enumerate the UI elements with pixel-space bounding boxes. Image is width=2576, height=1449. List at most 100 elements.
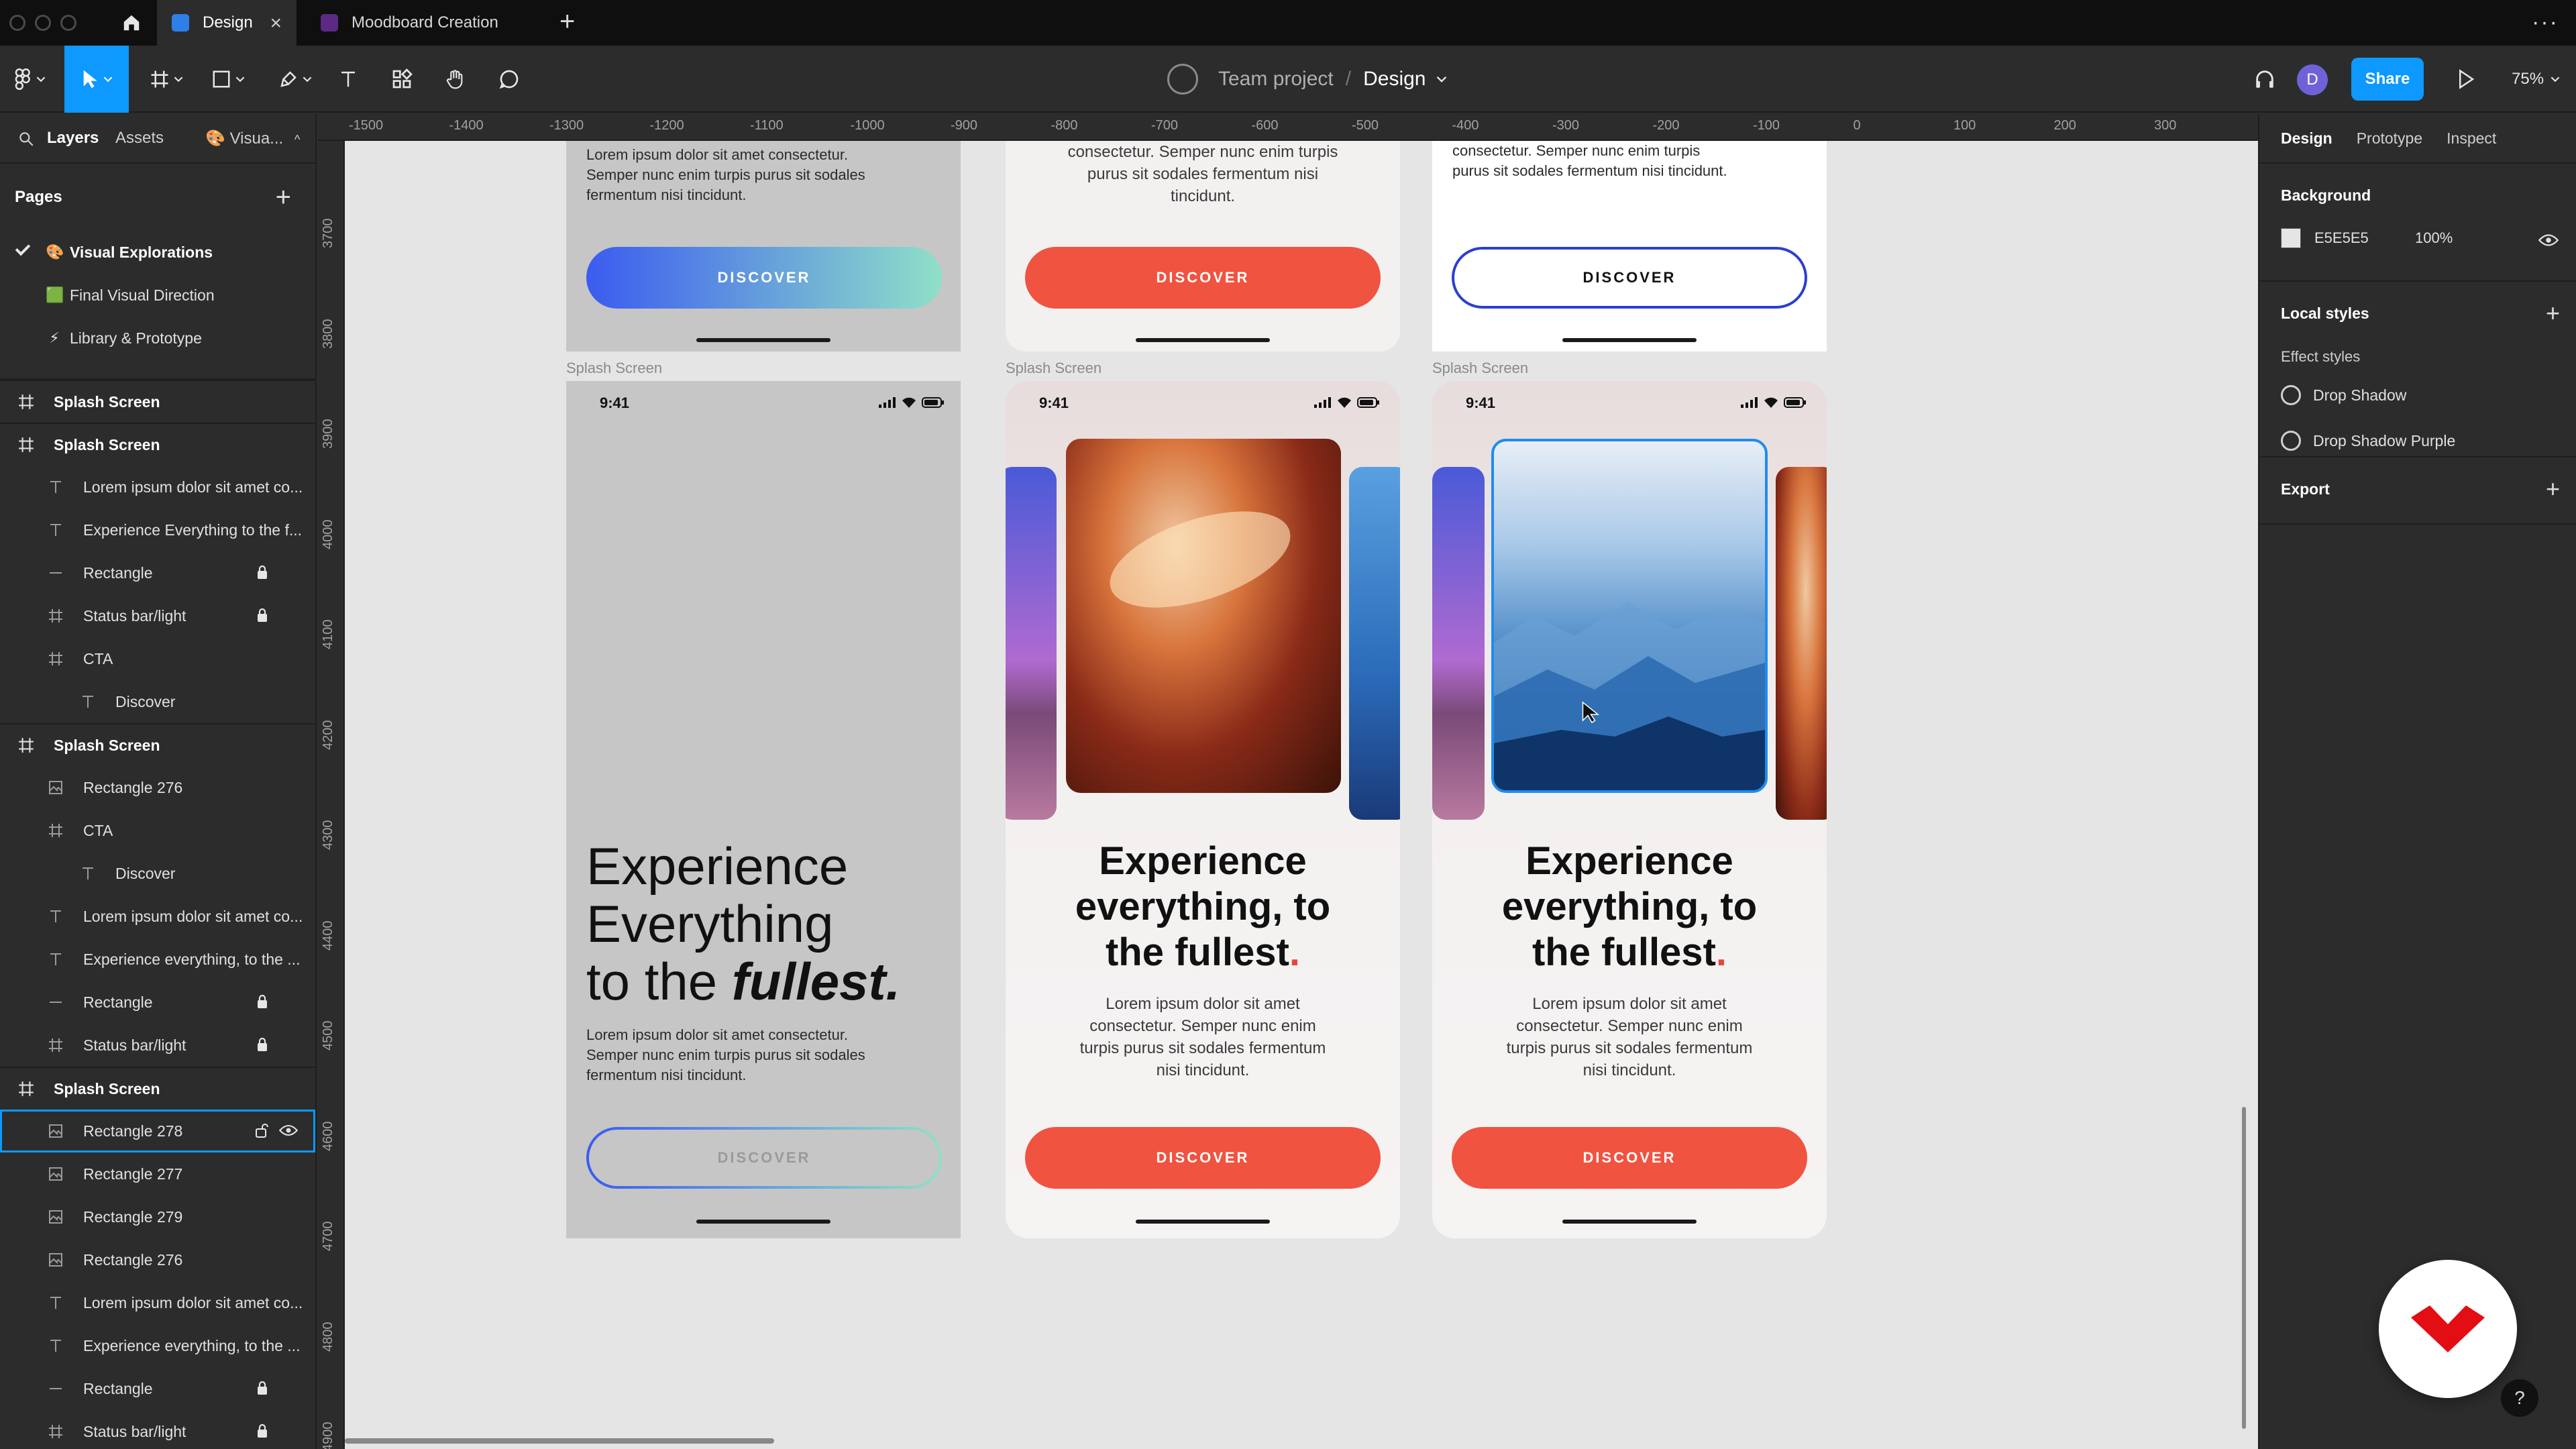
layer-row[interactable]: Rectangle 278 xyxy=(0,1110,315,1152)
carousel-image-left[interactable] xyxy=(1432,467,1485,820)
layer-row[interactable]: Discover xyxy=(0,680,315,723)
file-name[interactable]: Design xyxy=(1363,68,1426,91)
home-button[interactable] xyxy=(107,0,156,46)
color-swatch[interactable] xyxy=(2281,228,2301,248)
splash-screen-frame-top-right[interactable]: consectetur. Semper nunc enim turpis pur… xyxy=(1432,141,1827,352)
layer-row[interactable]: Experience everything, to the ... xyxy=(0,1324,315,1367)
components-tool[interactable] xyxy=(385,46,419,113)
layer-row[interactable]: Lorem ipsum dolor sit amet co... xyxy=(0,895,315,938)
layer-frame-row[interactable]: Splash Screen xyxy=(0,380,315,423)
unlock-icon[interactable] xyxy=(255,1123,268,1142)
window-minimize-control[interactable] xyxy=(35,15,51,31)
splash-screen-frame-top-center[interactable]: consectetur. Semper nunc enim turpis pur… xyxy=(1006,141,1400,352)
add-page-button[interactable]: + xyxy=(276,182,291,213)
avatar[interactable]: D xyxy=(2297,64,2328,95)
close-icon[interactable]: × xyxy=(270,12,282,35)
add-style-button[interactable]: + xyxy=(2546,299,2560,327)
tab-design[interactable]: Design × xyxy=(157,0,297,46)
tab-assets[interactable]: Assets xyxy=(115,129,164,148)
layer-row[interactable]: CTA xyxy=(0,637,315,680)
lock-icon[interactable] xyxy=(256,1381,268,1399)
main-menu-button[interactable] xyxy=(9,46,51,113)
tab-layers[interactable]: Layers xyxy=(47,129,99,148)
comment-tool[interactable] xyxy=(492,46,526,113)
layer-row[interactable]: Rectangle xyxy=(0,981,315,1024)
carousel-image-canyon[interactable] xyxy=(1066,439,1341,793)
carousel-image-mountain[interactable] xyxy=(1491,439,1768,793)
layer-row[interactable]: Discover xyxy=(0,852,315,895)
layer-row[interactable]: CTA xyxy=(0,809,315,852)
shape-tool[interactable] xyxy=(204,46,252,113)
layer-frame-row[interactable]: Splash Screen xyxy=(0,1067,315,1110)
lock-icon[interactable] xyxy=(256,1424,268,1442)
discover-button[interactable]: DISCOVER xyxy=(1025,247,1381,309)
layer-row[interactable]: Experience Everything to the f... xyxy=(0,508,315,551)
eye-icon[interactable] xyxy=(278,1123,299,1141)
carousel-image-right[interactable] xyxy=(1776,467,1827,820)
splash-screen-frame-top-left[interactable]: Lorem ipsum dolor sit amet consectetur. … xyxy=(566,141,961,352)
chevron-down-icon[interactable] xyxy=(1436,75,1447,83)
discover-button[interactable]: DISCOVER xyxy=(586,1127,942,1189)
page-item[interactable]: 🟩 Final Visual Direction xyxy=(0,274,315,317)
discover-button[interactable]: DISCOVER xyxy=(586,247,942,309)
discover-button[interactable]: DISCOVER xyxy=(1452,1127,1807,1189)
layer-row[interactable]: Lorem ipsum dolor sit amet co... xyxy=(0,466,315,508)
background-opacity-field[interactable]: 100% xyxy=(2415,229,2453,247)
hand-tool[interactable] xyxy=(439,46,472,113)
move-tool[interactable] xyxy=(64,46,129,113)
more-menu-icon[interactable]: ··· xyxy=(2532,9,2559,36)
layer-row[interactable]: Rectangle xyxy=(0,1367,315,1410)
layer-row[interactable]: Rectangle xyxy=(0,551,315,594)
layer-frame-row[interactable]: Splash Screen xyxy=(0,723,315,766)
page-switcher[interactable]: 🎨 Visua... ^ xyxy=(205,129,300,148)
page-item[interactable]: 🎨 Visual Explorations xyxy=(0,231,315,274)
layer-row[interactable]: Experience everything, to the ... xyxy=(0,938,315,981)
frame-label[interactable]: Splash Screen xyxy=(1432,360,1528,377)
lock-icon[interactable] xyxy=(256,608,268,627)
window-close-control[interactable] xyxy=(9,15,25,31)
share-button[interactable]: Share xyxy=(2351,58,2424,101)
tab-moodboard[interactable]: Moodboard Creation xyxy=(301,0,549,46)
tab-inspect[interactable]: Inspect xyxy=(2447,129,2496,148)
splash-screen-frame-center[interactable]: 9:41 Experience everything, to the fulle… xyxy=(1006,381,1400,1238)
splash-screen-frame-left[interactable]: 9:41 Experience Everything to the fulles… xyxy=(566,381,961,1238)
layer-row[interactable]: Status bar/light xyxy=(0,1410,315,1449)
present-button[interactable] xyxy=(2446,46,2486,113)
new-tab-button[interactable]: + xyxy=(559,7,575,37)
layer-row[interactable]: Status bar/light xyxy=(0,594,315,637)
lock-icon[interactable] xyxy=(256,994,268,1013)
audio-chat-button[interactable] xyxy=(2245,46,2285,113)
horizontal-scrollbar[interactable] xyxy=(345,1438,774,1444)
layer-row[interactable]: Rectangle 276 xyxy=(0,766,315,809)
frame-label[interactable]: Splash Screen xyxy=(1006,360,1102,377)
search-icon[interactable] xyxy=(17,130,35,148)
tab-prototype[interactable]: Prototype xyxy=(2357,129,2422,148)
help-button[interactable]: ? xyxy=(2501,1379,2538,1417)
layer-row[interactable]: Rectangle 277 xyxy=(0,1152,315,1195)
splash-screen-frame-right[interactable]: 9:41 Experience everything, to the fulle… xyxy=(1432,381,1827,1238)
discover-button[interactable]: DISCOVER xyxy=(1452,247,1807,309)
lock-icon[interactable] xyxy=(256,565,268,584)
frame-tool[interactable] xyxy=(142,46,191,113)
window-maximize-control[interactable] xyxy=(60,15,76,31)
layer-row[interactable]: Rectangle 276 xyxy=(0,1238,315,1281)
layer-row[interactable]: Rectangle 279 xyxy=(0,1195,315,1238)
layer-row[interactable]: Lorem ipsum dolor sit amet co... xyxy=(0,1281,315,1324)
tab-design[interactable]: Design xyxy=(2281,129,2332,148)
page-item[interactable]: ⚡ Library & Prototype xyxy=(0,317,315,360)
layer-row[interactable]: Status bar/light xyxy=(0,1024,315,1067)
eye-icon[interactable] xyxy=(2538,233,2559,247)
project-name[interactable]: Team project xyxy=(1218,68,1334,91)
zoom-dropdown[interactable]: 75% xyxy=(2512,46,2560,113)
frame-label[interactable]: Splash Screen xyxy=(566,360,662,377)
background-hex-field[interactable]: E5E5E5 xyxy=(2314,229,2415,247)
layer-frame-row[interactable]: Splash Screen xyxy=(0,423,315,466)
canvas[interactable]: Lorem ipsum dolor sit amet consectetur. … xyxy=(345,141,2258,1449)
carousel-image-right[interactable] xyxy=(1349,467,1400,820)
effect-style-item[interactable]: Drop Shadow xyxy=(2259,372,2576,418)
pen-tool[interactable] xyxy=(271,46,319,113)
carousel-image-left[interactable] xyxy=(1006,467,1057,820)
lock-icon[interactable] xyxy=(256,1037,268,1056)
add-export-button[interactable]: + xyxy=(2546,475,2560,503)
text-tool[interactable] xyxy=(331,46,365,113)
